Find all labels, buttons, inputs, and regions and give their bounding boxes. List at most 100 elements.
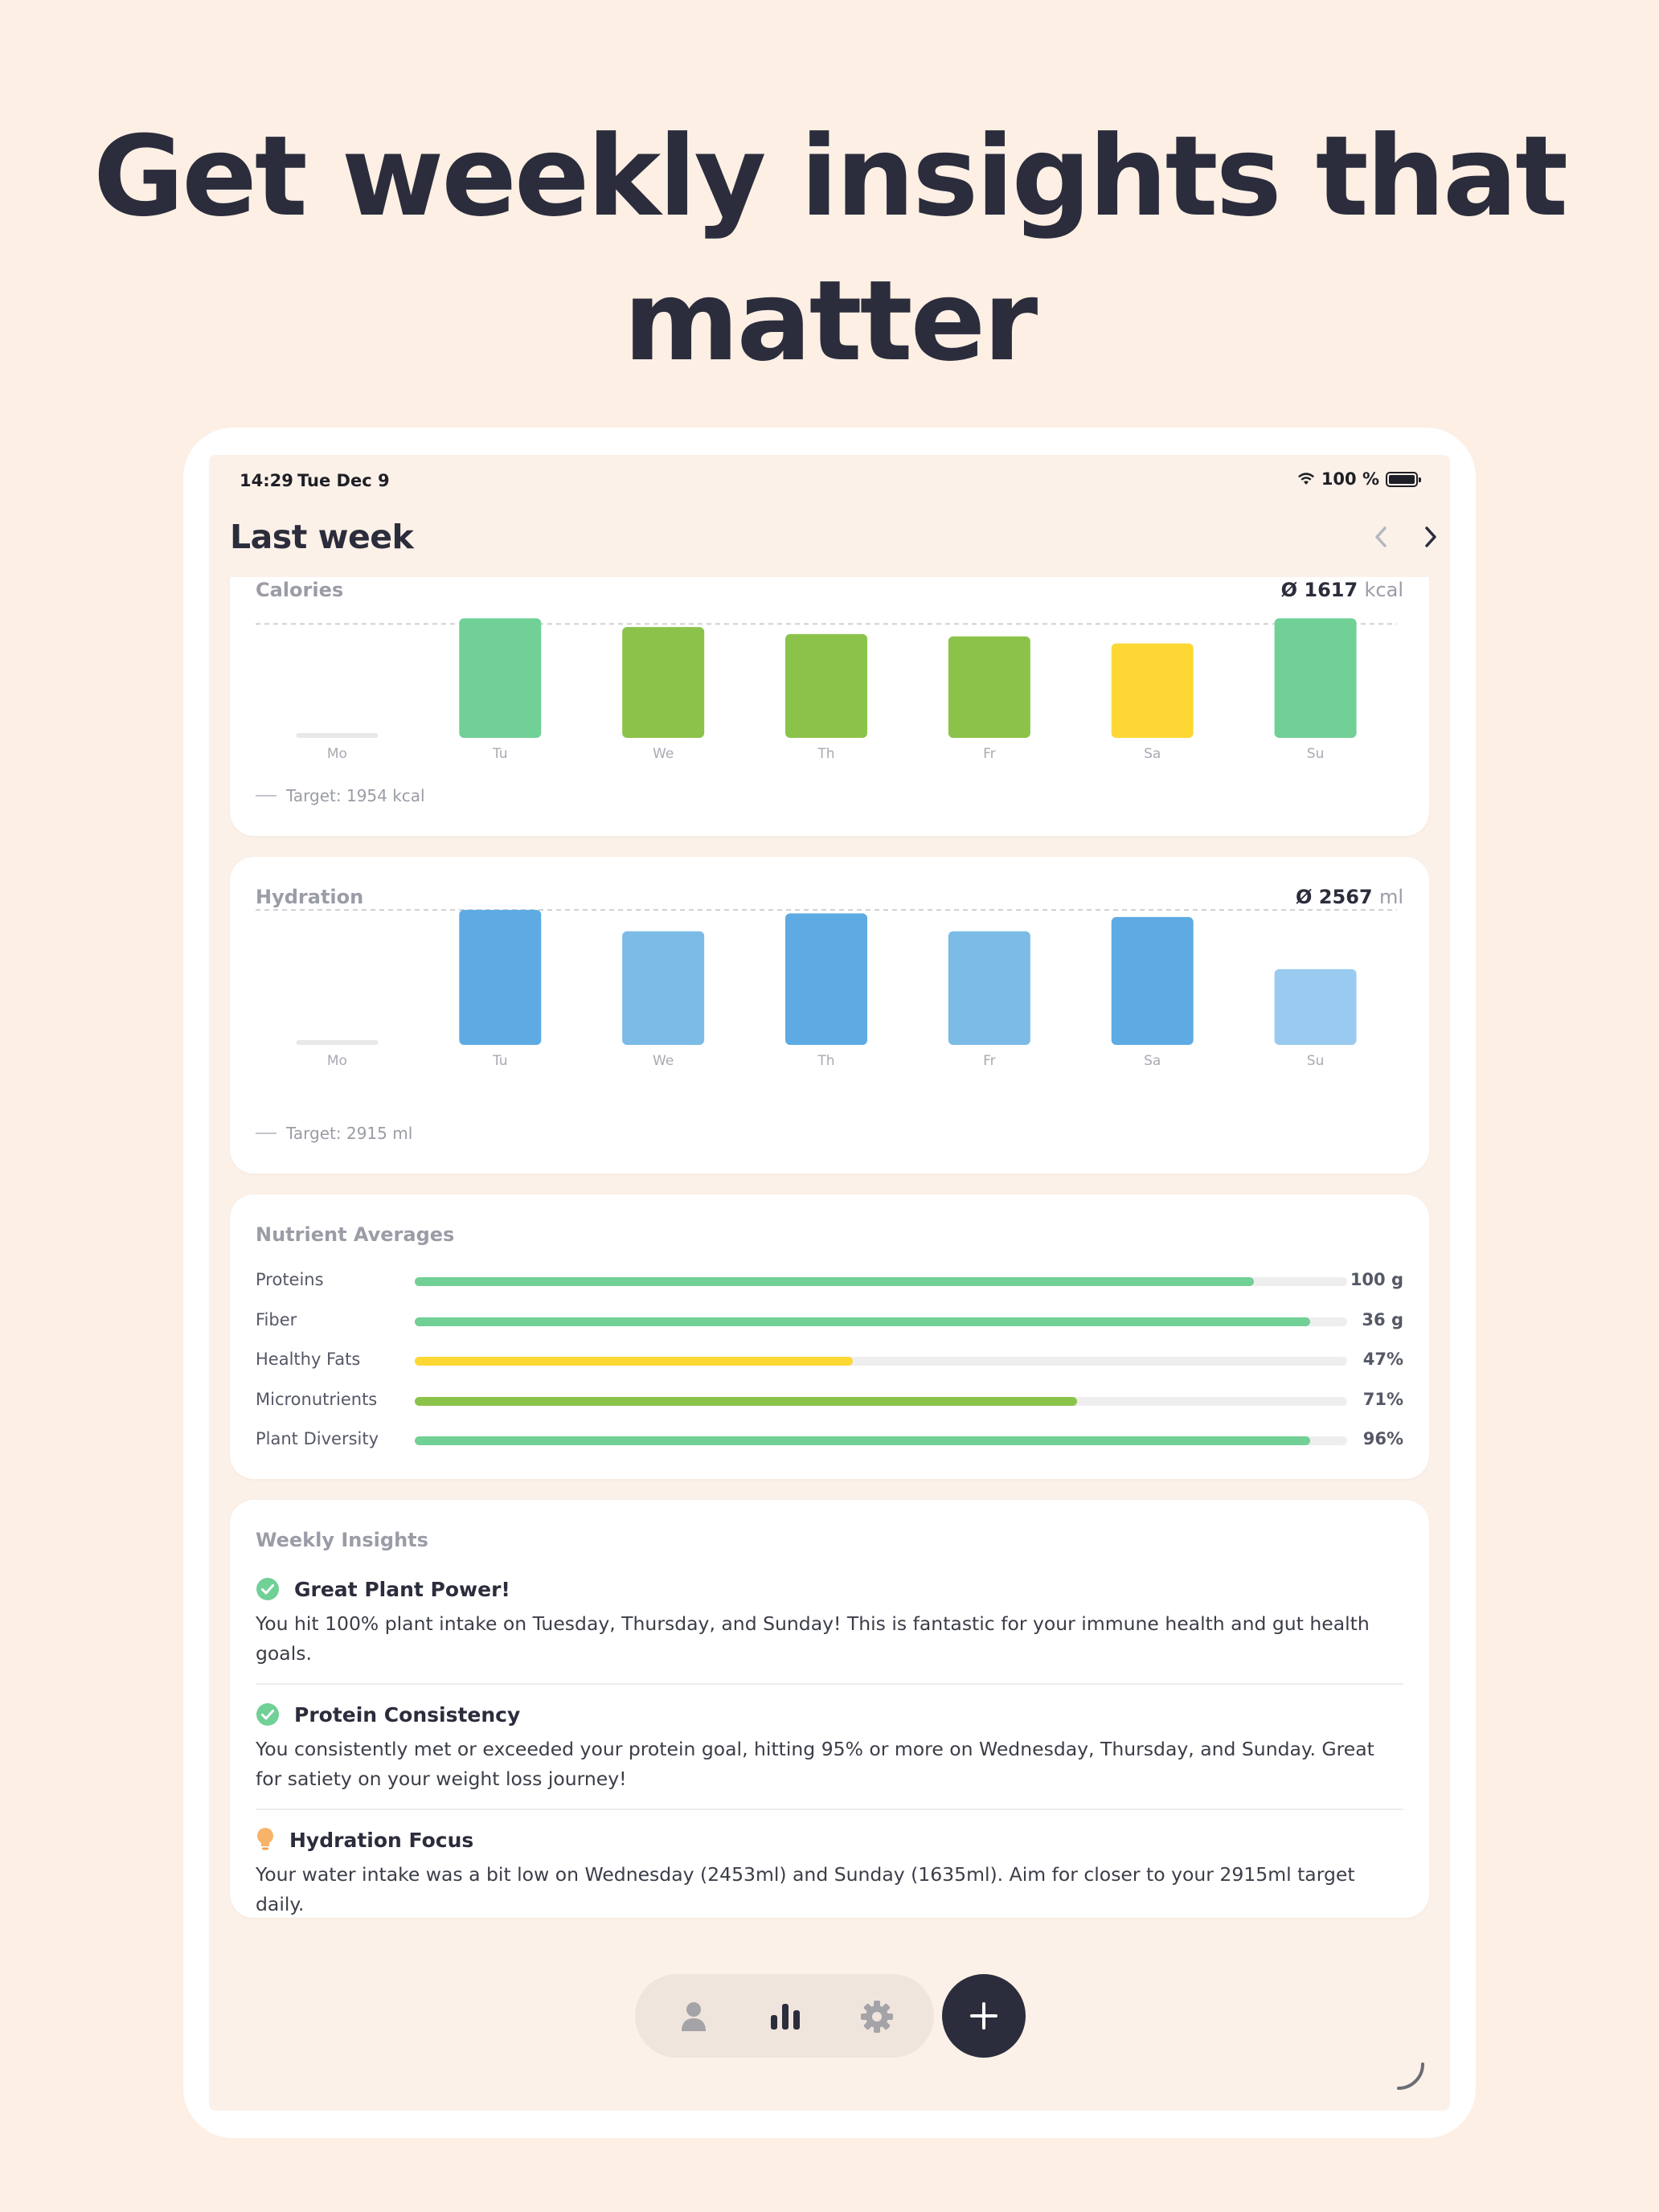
headline-line-1: Get weekly insights that [92, 112, 1568, 241]
calories-target-legend: Target: 1954 kcal [256, 786, 425, 805]
divider [256, 1809, 1403, 1810]
nutrient-label: Plant Diversity [256, 1429, 379, 1448]
calories-tick-label: Th [817, 746, 834, 762]
check-circle-icon [256, 1703, 279, 1726]
hydration-bar-tu [459, 910, 542, 1045]
insight-title: Great Plant Power! [294, 1577, 510, 1601]
calories-tick-label: We [653, 746, 674, 762]
divider [256, 1683, 1403, 1685]
nutrient-progress-track [415, 1436, 1347, 1445]
hydration-bar-fr [948, 931, 1030, 1045]
nutrient-value: 36 g [1362, 1309, 1403, 1329]
calories-tick-label: Sa [1144, 746, 1161, 762]
weekly-insights-title: Weekly Insights [256, 1529, 428, 1551]
tablet-frame: 14:29 Tue Dec 9 100 % Last week Calories… [183, 428, 1476, 2138]
status-indicators: 100 % [1297, 469, 1421, 489]
resize-handle-icon [1397, 2062, 1424, 2090]
hydration-tick-label: Th [817, 1053, 834, 1069]
calories-tick-label: Su [1307, 746, 1325, 762]
hydration-target-legend: Target: 2915 ml [256, 1124, 412, 1143]
navigation-bar: Last week [209, 497, 1450, 577]
nutrient-progress-track [415, 1277, 1347, 1286]
hydration-tick-label: Su [1307, 1053, 1325, 1069]
insight-title: Hydration Focus [289, 1828, 474, 1852]
add-entry-button[interactable] [942, 1974, 1026, 2058]
page-title: Last week [230, 518, 414, 556]
nutrient-progress-fill [415, 1357, 854, 1366]
hydration-card: Hydration Ø 2567 ml Mo Tu We Th Fr Sa Su Targe… [230, 857, 1429, 1174]
calories-tick-label: Tu [492, 746, 508, 762]
insight-title: Protein Consistency [294, 1702, 521, 1727]
hydration-bar-su [1274, 969, 1357, 1045]
nutrient-row: Plant Diversity 96% [256, 1428, 1403, 1452]
nutrient-progress-fill [415, 1277, 1254, 1286]
bar-chart-icon [771, 2004, 800, 2030]
calories-bar-th [785, 633, 867, 738]
status-bar: 14:29 Tue Dec 9 100 % [209, 455, 1450, 503]
calories-bar-sa [1111, 643, 1194, 738]
nutrient-row: Fiber 36 g [256, 1309, 1403, 1333]
hydration-bar-we [622, 931, 705, 1045]
calories-card: Calories Ø 1617 kcal Mo Tu We Th Fr Sa Su Targ… [230, 550, 1429, 836]
app-screen: 14:29 Tue Dec 9 100 % Last week Calories… [209, 455, 1450, 2111]
hydration-bar-sa [1111, 916, 1194, 1045]
insight-body: You hit 100% plant intake on Tuesday, Th… [256, 1612, 1370, 1665]
weekly-insights-card: Weekly Insights Great Plant Power! You h… [230, 1500, 1429, 1918]
nutrient-averages-card: Nutrient Averages Proteins 100 g Fiber 36 g… [230, 1194, 1429, 1479]
nutrient-label: Healthy Fats [256, 1350, 361, 1369]
nutrient-progress-track [415, 1317, 1347, 1326]
calories-tick-label: Fr [983, 746, 996, 762]
insight-item: Protein Consistency You consistently met… [256, 1701, 1403, 1794]
nutrient-progress-fill [415, 1396, 1077, 1406]
nutrient-label: Micronutrients [256, 1389, 378, 1409]
nutrient-progress-fill [415, 1317, 1310, 1326]
calories-bar-tu [459, 618, 542, 738]
calories-bar-we [622, 627, 705, 738]
wifi-icon [1297, 473, 1314, 485]
tab-settings[interactable] [855, 1995, 899, 2038]
nutrient-progress-track [415, 1357, 1347, 1366]
insight-body: Your water intake was a bit low on Wedne… [256, 1863, 1355, 1915]
calories-tick-label: Mo [327, 746, 347, 762]
insight-body: You consistently met or exceeded your pr… [256, 1738, 1374, 1790]
status-date: Tue Dec 9 [297, 471, 390, 490]
nutrient-value: 47% [1362, 1350, 1403, 1369]
previous-week-button[interactable] [1363, 518, 1399, 556]
next-week-button[interactable] [1413, 518, 1448, 556]
nutrient-progress-track [415, 1396, 1347, 1406]
check-circle-icon [256, 1578, 279, 1600]
nutrient-value: 71% [1362, 1389, 1403, 1409]
nutrient-row: Micronutrients 71% [256, 1388, 1403, 1412]
nutrient-value: 100 g [1350, 1270, 1403, 1289]
status-time: 14:29 [240, 471, 293, 490]
headline: Get weekly insights that matter [0, 104, 1659, 394]
insight-item: Great Plant Power! You hit 100% plant in… [256, 1575, 1403, 1669]
insight-item: Hydration Focus Your water intake was a … [256, 1826, 1403, 1919]
plus-icon [970, 2002, 997, 2030]
hydration-tick-label: Tu [492, 1053, 508, 1069]
lightbulb-icon [257, 1828, 273, 1850]
nutrient-value: 96% [1362, 1429, 1403, 1448]
hydration-tick-label: Mo [327, 1053, 347, 1069]
nutrient-averages-title: Nutrient Averages [256, 1223, 455, 1246]
tab-insights[interactable] [764, 1995, 807, 2038]
hydration-tick-label: Sa [1144, 1053, 1161, 1069]
calories-bar-su [1274, 618, 1357, 738]
calories-bar-mo [296, 733, 379, 738]
hydration-bar-mo [296, 1040, 379, 1045]
nutrient-row: Healthy Fats 47% [256, 1348, 1403, 1372]
nutrient-progress-fill [415, 1436, 1310, 1445]
hydration-bar-th [785, 913, 867, 1045]
hydration-tick-label: We [653, 1053, 674, 1069]
calories-bar-fr [948, 636, 1030, 738]
battery-percent: 100 % [1321, 469, 1379, 489]
chevron-left-icon [1375, 526, 1387, 547]
nutrient-label: Fiber [256, 1309, 297, 1329]
hydration-target-label: Target: 2915 ml [286, 1124, 413, 1143]
gear-icon [861, 2001, 893, 2033]
nutrient-label: Proteins [256, 1270, 324, 1289]
headline-line-2: matter [623, 256, 1038, 386]
tab-bar [635, 1974, 934, 2058]
calories-target-label: Target: 1954 kcal [286, 786, 425, 805]
tab-profile[interactable] [672, 1995, 715, 2038]
